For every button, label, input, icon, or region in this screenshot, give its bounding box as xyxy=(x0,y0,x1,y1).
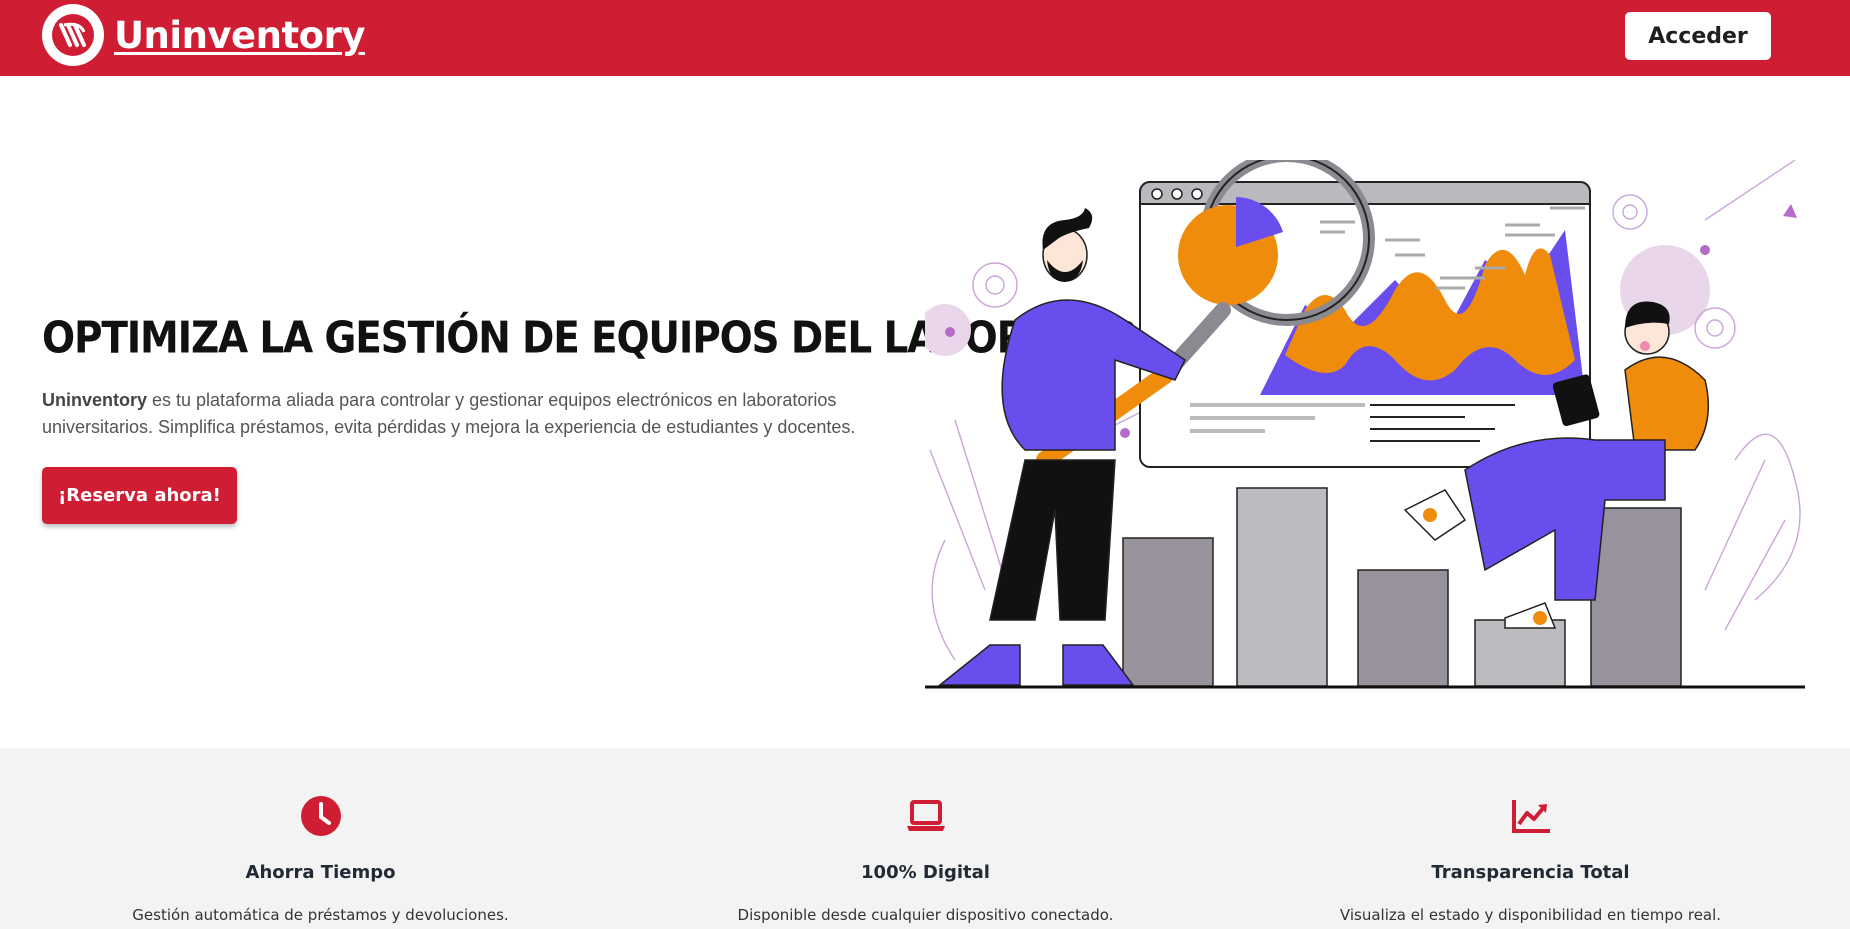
feature-title: Ahorra Tiempo xyxy=(245,862,396,883)
login-button[interactable]: Acceder xyxy=(1625,12,1771,60)
trend-chart-icon xyxy=(1511,800,1550,833)
features-section: Ahorra Tiempo Gestión automática de prés… xyxy=(0,748,1850,929)
brand-link[interactable]: Uninventory xyxy=(42,4,365,66)
hero-illustration xyxy=(925,160,1805,689)
logo-icon xyxy=(42,4,104,66)
laptop-icon xyxy=(906,800,945,831)
hero-description: Uninventory es tu plataforma aliada para… xyxy=(42,387,872,441)
feature-description: Visualiza el estado y disponibilidad en … xyxy=(1339,906,1722,924)
feature-description: Disponible desde cualquier dispositivo c… xyxy=(737,906,1114,924)
brand-name: Uninventory xyxy=(114,13,365,57)
feature-title: Transparencia Total xyxy=(1431,862,1630,883)
reserve-now-button[interactable]: ¡Reserva ahora! xyxy=(42,467,237,524)
hero-description-brand: Uninventory xyxy=(42,390,148,410)
hero-title: OPTIMIZA LA GESTIÓN DE EQUIPOS DEL LABOR… xyxy=(42,313,1184,364)
hero-description-text: es tu plataforma aliada para controlar y… xyxy=(42,390,856,437)
navbar: Uninventory Acceder xyxy=(0,0,1850,76)
feature-title: 100% Digital xyxy=(861,862,990,883)
feature-description: Gestión automática de préstamos y devolu… xyxy=(132,906,509,924)
clock-icon xyxy=(300,796,341,836)
